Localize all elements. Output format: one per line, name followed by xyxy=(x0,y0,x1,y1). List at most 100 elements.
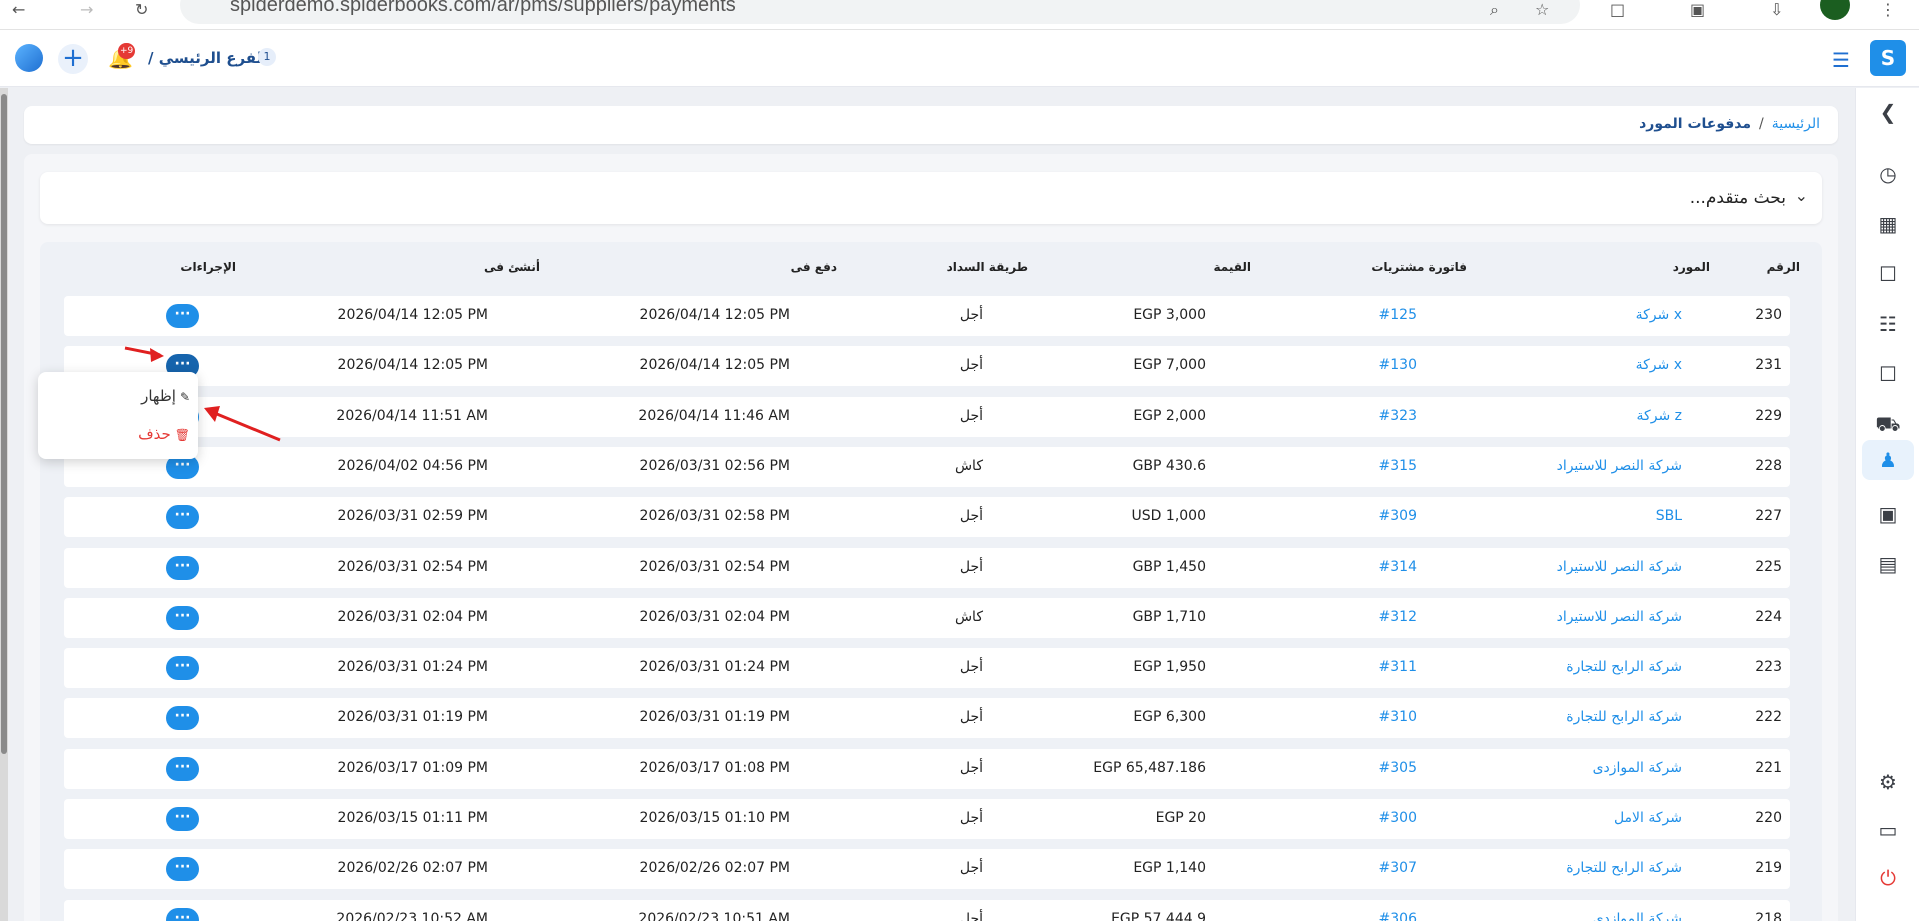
row-actions-button[interactable]: ··· xyxy=(166,656,199,680)
cell-invoice[interactable]: #310 xyxy=(1379,709,1417,725)
reload-icon[interactable]: ↻ xyxy=(135,0,148,19)
cell-supplier[interactable]: SBL xyxy=(1656,508,1682,524)
invoices-icon[interactable]: ☷ xyxy=(1856,312,1919,336)
table-row: 227 SBL #309 USD 1,000 أجل 2026/03/31 02:58 P… xyxy=(64,497,1790,537)
header-number[interactable]: الرقم xyxy=(1767,260,1800,274)
forward-icon[interactable]: → xyxy=(80,0,93,19)
advanced-search-panel[interactable]: ⌄ بحث متقدم... xyxy=(40,172,1822,224)
cell-supplier[interactable]: شركة الموازدى xyxy=(1593,911,1682,921)
cell-supplier[interactable]: شركة x xyxy=(1636,307,1682,323)
cell-supplier[interactable]: شركة النصر للاستيراد xyxy=(1557,559,1682,575)
header-invoice[interactable]: فاتورة مشتريات xyxy=(1371,260,1467,274)
breadcrumb-home[interactable]: الرئيسية xyxy=(1772,116,1820,132)
cell-number: 225 xyxy=(1755,559,1782,575)
inventory-icon[interactable]: ▣ xyxy=(1856,502,1919,526)
row-actions-button[interactable]: ··· xyxy=(166,505,199,529)
annotation-arrows xyxy=(124,346,281,442)
cell-invoice[interactable]: #312 xyxy=(1379,609,1417,625)
cell-method: كاش xyxy=(954,458,983,474)
row-actions-button[interactable]: ··· xyxy=(166,706,199,730)
header-created-at[interactable]: أنشئ فى xyxy=(484,260,540,274)
cell-supplier[interactable]: شركة النصر للاستيراد xyxy=(1557,458,1682,474)
header-value[interactable]: القيمة xyxy=(1214,260,1251,274)
sales-icon[interactable]: ▦ xyxy=(1856,212,1919,236)
browser-menu-icon[interactable]: ⋮ xyxy=(1880,0,1896,19)
branch-selector[interactable]: الفرع الرئيسي / xyxy=(148,49,267,67)
downloads-icon[interactable]: ⇩ xyxy=(1770,0,1783,19)
search-icon[interactable]: ⌕ xyxy=(1490,0,1499,20)
app-logo[interactable] xyxy=(15,44,43,72)
advanced-search-label[interactable]: بحث متقدم... xyxy=(1690,188,1786,208)
address-bar[interactable]: spiderdemo.spiderbooks.com/ar/pms/suppli… xyxy=(180,0,1580,24)
row-actions-button[interactable]: ··· xyxy=(166,606,199,630)
bookmark-star-icon[interactable]: ☆ xyxy=(1535,0,1549,19)
cell-invoice[interactable]: #323 xyxy=(1379,408,1417,424)
header-supplier[interactable]: المورد xyxy=(1673,260,1710,274)
cell-created-at: 2026/02/23 10:52 AM xyxy=(336,911,488,921)
cell-invoice[interactable]: #309 xyxy=(1379,508,1417,524)
cell-invoice[interactable]: #315 xyxy=(1379,458,1417,474)
reports-icon[interactable]: ▤ xyxy=(1856,552,1919,576)
row-actions-button[interactable]: ··· xyxy=(166,908,199,921)
header-method[interactable]: طريقة السداد xyxy=(947,260,1028,274)
profile-avatar[interactable] xyxy=(1820,0,1850,20)
row-actions-button[interactable]: ··· xyxy=(166,857,199,881)
browser-chrome: ← → ↻ spiderdemo.spiderbooks.com/ar/pms/… xyxy=(0,0,1919,30)
cell-supplier[interactable]: شركة الرابح للتجارة xyxy=(1566,860,1682,876)
cell-value: EGP 2,000 xyxy=(1133,408,1206,424)
row-actions-button[interactable]: ··· xyxy=(166,807,199,831)
products-icon[interactable]: ☐ xyxy=(1856,262,1919,286)
chevron-down-icon[interactable]: ⌄ xyxy=(1795,186,1808,205)
shipping-icon[interactable]: ⛟ xyxy=(1856,412,1919,439)
purchases-icon[interactable]: ☐ xyxy=(1856,362,1919,386)
header-paid-at[interactable]: دفع فى xyxy=(791,260,837,274)
cell-paid-at: 2026/02/26 02:07 PM xyxy=(639,860,790,876)
brand-logo[interactable]: S xyxy=(1870,40,1906,76)
cell-invoice[interactable]: #314 xyxy=(1379,559,1417,575)
table-row: 223 شركة الرابح للتجارة #311 EGP 1,950 أجل 20… xyxy=(64,648,1790,688)
cell-invoice[interactable]: #311 xyxy=(1379,659,1417,675)
cell-value: GBP 1,450 xyxy=(1132,559,1206,575)
right-sidebar: ❮ ◷ ▦ ☐ ☷ ☐ ⛟ ♟ ▣ ▤ ⚙ ▭ ⏻ xyxy=(1855,88,1919,921)
fullscreen-icon[interactable]: ▭ xyxy=(1856,818,1919,842)
cell-created-at: 2026/03/17 01:09 PM xyxy=(337,760,488,776)
cell-invoice[interactable]: #307 xyxy=(1379,860,1417,876)
row-actions-button[interactable]: ··· xyxy=(166,757,199,781)
cell-supplier[interactable]: شركة z xyxy=(1637,408,1682,424)
gear-icon[interactable]: ⚙ xyxy=(1856,770,1919,794)
cell-paid-at: 2026/03/31 01:24 PM xyxy=(639,659,790,675)
cell-supplier[interactable]: شركة النصر للاستيراد xyxy=(1557,609,1682,625)
cell-supplier[interactable]: شركة الامل xyxy=(1614,810,1682,826)
cell-created-at: 2026/03/31 01:19 PM xyxy=(337,709,488,725)
cell-supplier[interactable]: شركة x xyxy=(1636,357,1682,373)
cell-created-at: 2026/04/02 04:56 PM xyxy=(337,458,488,474)
cell-supplier[interactable]: شركة الرابح للتجارة xyxy=(1566,659,1682,675)
cell-invoice[interactable]: #300 xyxy=(1379,810,1417,826)
cell-supplier[interactable]: شركة الموازدى xyxy=(1593,760,1682,776)
tab-search-icon[interactable]: □ xyxy=(1610,0,1625,19)
cell-invoice[interactable]: #305 xyxy=(1379,760,1417,776)
scrollbar-thumb[interactable] xyxy=(1,94,7,754)
cell-invoice[interactable]: #130 xyxy=(1379,357,1417,373)
row-actions-button[interactable]: ··· xyxy=(166,556,199,580)
cell-invoice[interactable]: #125 xyxy=(1379,307,1417,323)
row-actions-button[interactable]: ··· xyxy=(166,304,199,328)
dashboard-icon[interactable]: ◷ xyxy=(1856,162,1919,186)
table-row: 218 شركة الموازدى #306 EGP 57,444.9 أجل 2026/… xyxy=(64,900,1790,921)
cell-created-at: 2026/03/31 01:24 PM xyxy=(337,659,488,675)
page-scrollbar[interactable] xyxy=(0,88,8,921)
header-actions: الإجراءات xyxy=(180,260,236,274)
cell-supplier[interactable]: شركة الرابح للتجارة xyxy=(1566,709,1682,725)
hamburger-menu-icon[interactable]: ☰ xyxy=(1832,48,1850,72)
power-icon[interactable]: ⏻ xyxy=(1856,866,1919,890)
back-icon[interactable]: ← xyxy=(12,0,25,19)
extensions-icon[interactable]: ▣ xyxy=(1690,0,1705,19)
app-topbar: + 🔔 +9 الفرع الرئيسي / 1 ☰ S xyxy=(0,30,1919,87)
cell-number: 229 xyxy=(1755,408,1782,424)
cell-invoice[interactable]: #306 xyxy=(1379,911,1417,921)
suppliers-icon[interactable]: ♟ xyxy=(1862,440,1914,480)
collapse-chevron-icon[interactable]: ❮ xyxy=(1856,100,1919,124)
cell-value: EGP 57,444.9 xyxy=(1111,911,1206,921)
cell-number: 221 xyxy=(1755,760,1782,776)
quick-add-button[interactable]: + xyxy=(58,44,88,74)
